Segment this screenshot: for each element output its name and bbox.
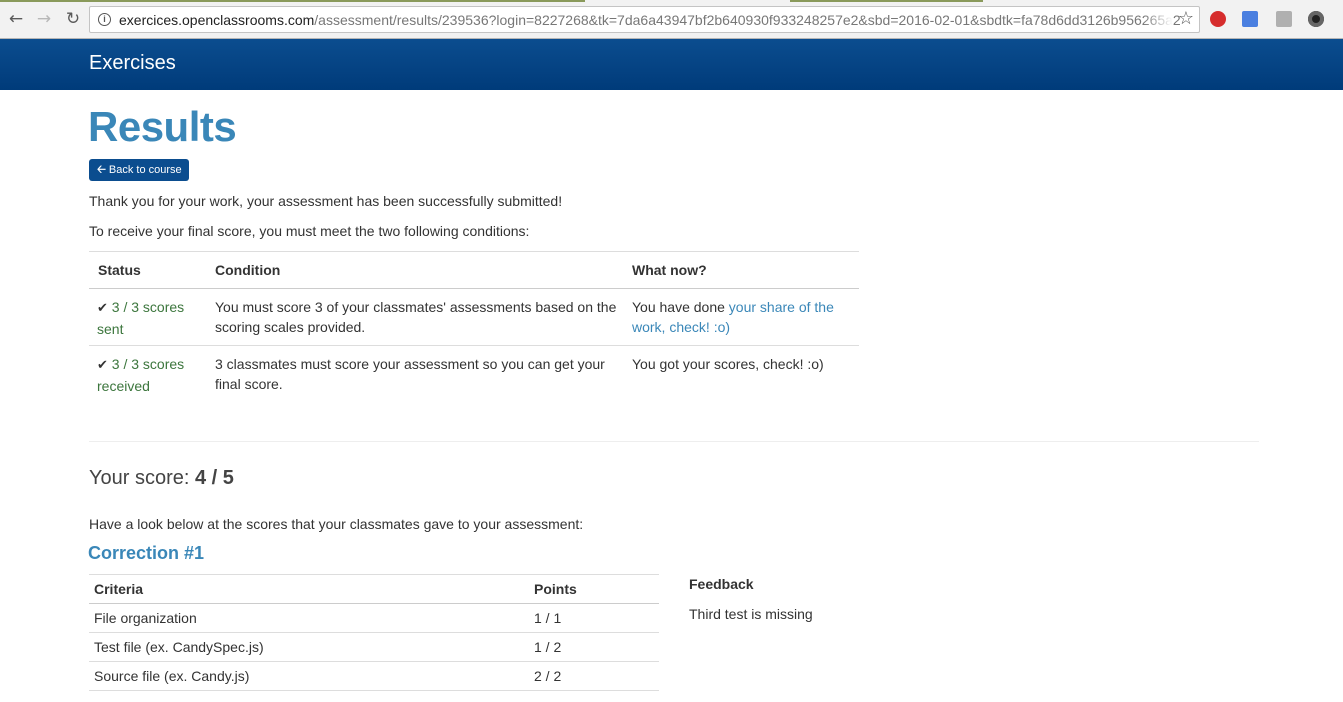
column-header-status: Status xyxy=(98,262,141,278)
section-divider xyxy=(89,441,1259,442)
column-header-what-now: What now? xyxy=(632,262,707,278)
correction-title: Correction #1 xyxy=(88,543,205,563)
translate-extension-icon[interactable] xyxy=(1242,11,1258,27)
score-value: 4 / 5 xyxy=(195,467,234,489)
site-brand[interactable]: Exercises xyxy=(89,52,176,75)
conditions-intro: To receive your final score, you must me… xyxy=(89,223,530,239)
score-display: Your score: 4 / 5 xyxy=(89,467,234,489)
browser-toolbar: ← → ↻ i exercices.openclassrooms.com/ass… xyxy=(0,0,1343,39)
status-sent: ✔ 3 / 3 scores sent xyxy=(97,299,185,337)
condition-text: You must score 3 of your classmates' ass… xyxy=(215,299,617,335)
bookmark-star-icon[interactable]: ☆ xyxy=(1178,8,1194,29)
checkmark-icon: ✔ xyxy=(97,358,108,373)
scores-intro: Have a look below at the scores that you… xyxy=(89,516,584,532)
forward-arrow-icon[interactable]: → xyxy=(34,9,54,29)
points-cell: 1 / 1 xyxy=(534,610,562,626)
what-now-text: You have done your share of the work, ch… xyxy=(632,299,834,335)
table-header-border xyxy=(89,603,659,604)
site-navbar: Exercises xyxy=(0,39,1343,90)
criteria-cell: Source file (ex. Candy.js) xyxy=(94,668,250,684)
opera-extension-icon[interactable] xyxy=(1210,11,1226,27)
info-icon[interactable]: i xyxy=(98,13,111,26)
extension-icon[interactable] xyxy=(1276,11,1292,27)
column-header-criteria: Criteria xyxy=(94,581,144,597)
criteria-cell: File organization xyxy=(94,610,197,626)
tab-strip xyxy=(0,0,585,2)
address-bar[interactable]: i exercices.openclassrooms.com/assessmen… xyxy=(89,6,1200,33)
what-now-text: You got your scores, check! :o) xyxy=(632,356,824,372)
row-divider xyxy=(89,632,659,633)
url-fade xyxy=(1143,9,1173,30)
row-divider xyxy=(89,661,659,662)
row-divider xyxy=(89,345,859,346)
feedback-label: Feedback xyxy=(689,576,754,592)
row-divider xyxy=(89,690,659,691)
checkmark-icon: ✔ xyxy=(97,301,108,316)
arrow-left-icon: 🡠 xyxy=(97,163,106,176)
feedback-text: Third test is missing xyxy=(689,606,813,622)
reload-icon[interactable]: ↻ xyxy=(63,9,83,29)
table-header-border xyxy=(89,288,859,289)
points-cell: 1 / 2 xyxy=(534,639,562,655)
camera-extension-icon[interactable] xyxy=(1308,11,1324,27)
page-title: Results xyxy=(88,103,237,150)
column-header-points: Points xyxy=(534,581,577,597)
points-cell: 2 / 2 xyxy=(534,668,562,684)
table-border xyxy=(89,574,659,575)
back-arrow-icon[interactable]: ← xyxy=(6,9,26,29)
column-header-condition: Condition xyxy=(215,262,281,278)
condition-text: 3 classmates must score your assessment … xyxy=(215,356,605,392)
status-received: ✔ 3 / 3 scores received xyxy=(97,356,185,394)
url-text: exercices.openclassrooms.com/assessment/… xyxy=(119,12,1181,28)
submission-message: Thank you for your work, your assessment… xyxy=(89,193,563,209)
tab-strip xyxy=(790,0,983,2)
table-border xyxy=(89,251,859,252)
criteria-cell: Test file (ex. CandySpec.js) xyxy=(94,639,264,655)
back-to-course-button[interactable]: 🡠 Back to course xyxy=(89,159,189,181)
